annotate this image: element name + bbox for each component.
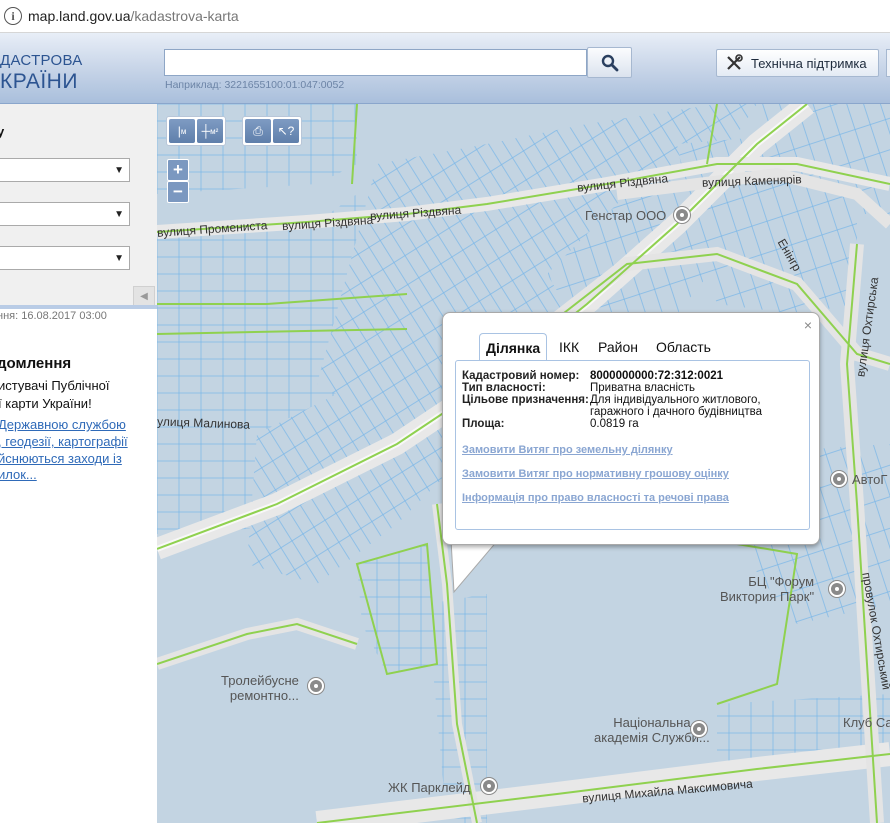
news-link-line[interactable]: Державною службою (0, 417, 126, 432)
url-text: map.land.gov.ua/kadastrova-karta (28, 8, 239, 24)
logo-line-2: КРАЇНИ (0, 70, 78, 93)
tab-ikk[interactable]: ІКК (553, 333, 585, 360)
tab-region[interactable]: Область (650, 333, 717, 360)
order-valuation-link[interactable]: Замовити Витяг про нормативну грошову оц… (462, 468, 729, 480)
news-title: домлення (0, 355, 72, 372)
parcel-area: 0.0819 га (590, 418, 639, 430)
site-header: ДАСТРОВА КРАЇНИ Наприклад: 3221655100:01… (0, 33, 890, 104)
cadastral-number: 8000000000:72:312:0021 (590, 370, 724, 382)
news-link-line[interactable]: илок... (0, 467, 37, 482)
poi-icon[interactable] (481, 778, 497, 794)
chevron-down-icon: ▼ (114, 253, 124, 264)
header-extra-button[interactable] (886, 49, 890, 77)
sidebar-divider (0, 305, 157, 309)
update-date: ння: 16.08.2017 03:00 (0, 310, 107, 322)
poi-label: БЦ "Форум Виктория Парк" (720, 574, 815, 604)
poi-icon[interactable] (674, 207, 690, 223)
poi-icon[interactable] (831, 471, 847, 487)
ownership-type: Приватна власність (590, 382, 696, 394)
measure-area-button[interactable]: ┼ м² (197, 119, 223, 143)
tech-support-button[interactable]: Технічна підтримка (716, 49, 879, 77)
region-select[interactable]: ▼ (0, 158, 130, 182)
parcel-details-panel: Кадастровий номер: 8000000000:72:312:002… (455, 360, 810, 530)
poi-label: Генстар ООО (585, 208, 667, 223)
printer-icon: ⎙ (253, 123, 263, 138)
field-key: Кадастровий номер: (462, 370, 580, 382)
site-info-icon[interactable]: i (4, 7, 22, 25)
measure-distance-button[interactable]: | м (169, 119, 195, 143)
order-extract-link[interactable]: Замовити Витяг про земельну ділянку (462, 444, 673, 456)
poi-icon[interactable] (691, 721, 707, 737)
sidebar: у ▼ ▼ ▼ ◀ ння: 16.08.2017 03:00 домлення… (0, 104, 157, 823)
map-tools: ⎙ ↖? (242, 116, 302, 146)
district-select[interactable]: ▼ (0, 202, 130, 226)
sidebar-title: у (0, 124, 5, 139)
poi-label: АвтоГ (852, 472, 888, 487)
field-key: Площа: (462, 418, 505, 430)
poi-label: ЖК Парклейд (388, 780, 471, 795)
poi-label: Клуб Са (843, 715, 890, 730)
zoom-out-button[interactable]: − (167, 181, 189, 203)
field-key: Тип власності: (462, 382, 546, 394)
collapse-sidebar-button[interactable]: ◀ (133, 286, 155, 306)
poi-icon[interactable] (308, 678, 324, 694)
tab-district[interactable]: Район (592, 333, 644, 360)
news-link-line[interactable]: йснюються заходи із (0, 451, 122, 466)
land-purpose: Для індивідуального житлового, гаражного… (590, 394, 763, 418)
identify-button[interactable]: ↖? (273, 119, 299, 143)
sidebar-filter-panel: у ▼ ▼ ▼ ◀ (0, 104, 157, 306)
search-hint: Наприклад: 3221655100:01:047:0052 (165, 79, 345, 91)
search-icon (601, 54, 618, 71)
browser-address-bar[interactable]: i map.land.gov.ua/kadastrova-karta (0, 0, 890, 33)
news-text-line: истувачі Публічної (0, 378, 110, 393)
cursor-question-icon: ↖? (277, 124, 295, 138)
print-button[interactable]: ⎙ (245, 119, 271, 143)
chevron-down-icon: ▼ (114, 165, 124, 176)
tab-parcel[interactable]: Ділянка (479, 333, 548, 361)
search-button[interactable] (587, 47, 632, 78)
news-text-line: ї карти України! (0, 396, 92, 411)
tech-support-label: Технічна підтримка (751, 55, 867, 71)
parcel-info-popup: × Ділянка ІКК Район Область Кадастровий … (442, 312, 820, 545)
news-link-line[interactable]: , геодезії, картографії (0, 434, 128, 449)
cadastral-map[interactable]: вулиця Промениста вулиця Різдвяна вулиця… (157, 104, 890, 823)
popup-pointer (450, 540, 499, 594)
poi-icon[interactable] (829, 581, 845, 597)
tools-icon (727, 54, 743, 70)
ownership-info-link[interactable]: Інформація про право власності та речові… (462, 492, 729, 504)
cadastral-search-input[interactable] (164, 49, 587, 76)
close-icon[interactable]: × (804, 317, 812, 333)
area-icon: ┼ (201, 124, 211, 138)
logo-line-1: ДАСТРОВА (0, 52, 83, 69)
poi-label: Тролейбусне ремонтно... (221, 673, 299, 703)
council-select[interactable]: ▼ (0, 246, 130, 270)
field-key: Цільове призначення: (462, 394, 589, 406)
measure-tools: | м ┼ м² (166, 116, 226, 146)
chevron-down-icon: ▼ (114, 209, 124, 220)
zoom-in-button[interactable]: + (167, 159, 189, 181)
